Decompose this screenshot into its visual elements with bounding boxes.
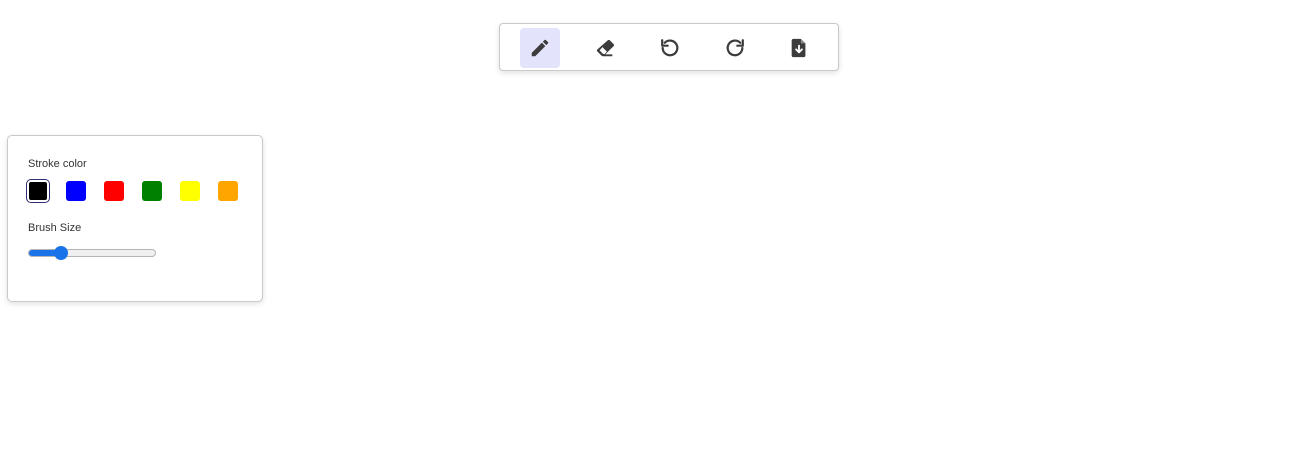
- toolbar: [499, 23, 839, 71]
- pencil-tool-button[interactable]: [520, 28, 560, 68]
- brush-size-slider[interactable]: [28, 244, 156, 262]
- redo-button[interactable]: [715, 28, 755, 68]
- stroke-color-label: Stroke color: [28, 158, 87, 170]
- color-swatch-orange[interactable]: [218, 181, 238, 201]
- undo-button[interactable]: [650, 28, 690, 68]
- slider-track[interactable]: [28, 249, 156, 257]
- eraser-tool-button[interactable]: [585, 28, 625, 68]
- color-swatch-red[interactable]: [104, 181, 124, 201]
- color-swatch-yellow[interactable]: [180, 181, 200, 201]
- color-swatch-black[interactable]: [26, 179, 50, 203]
- export-button[interactable]: [779, 28, 819, 68]
- brush-settings-panel: Stroke color Brush Size: [7, 135, 263, 302]
- color-swatch-blue[interactable]: [66, 181, 86, 201]
- color-swatch-green[interactable]: [142, 181, 162, 201]
- undo-icon: [661, 39, 679, 57]
- eraser-icon: [596, 39, 615, 57]
- slider-thumb[interactable]: [54, 246, 69, 260]
- brush-size-label: Brush Size: [28, 222, 82, 234]
- file-download-icon: [791, 38, 806, 58]
- redo-icon: [726, 39, 744, 57]
- pencil-icon: [531, 39, 549, 57]
